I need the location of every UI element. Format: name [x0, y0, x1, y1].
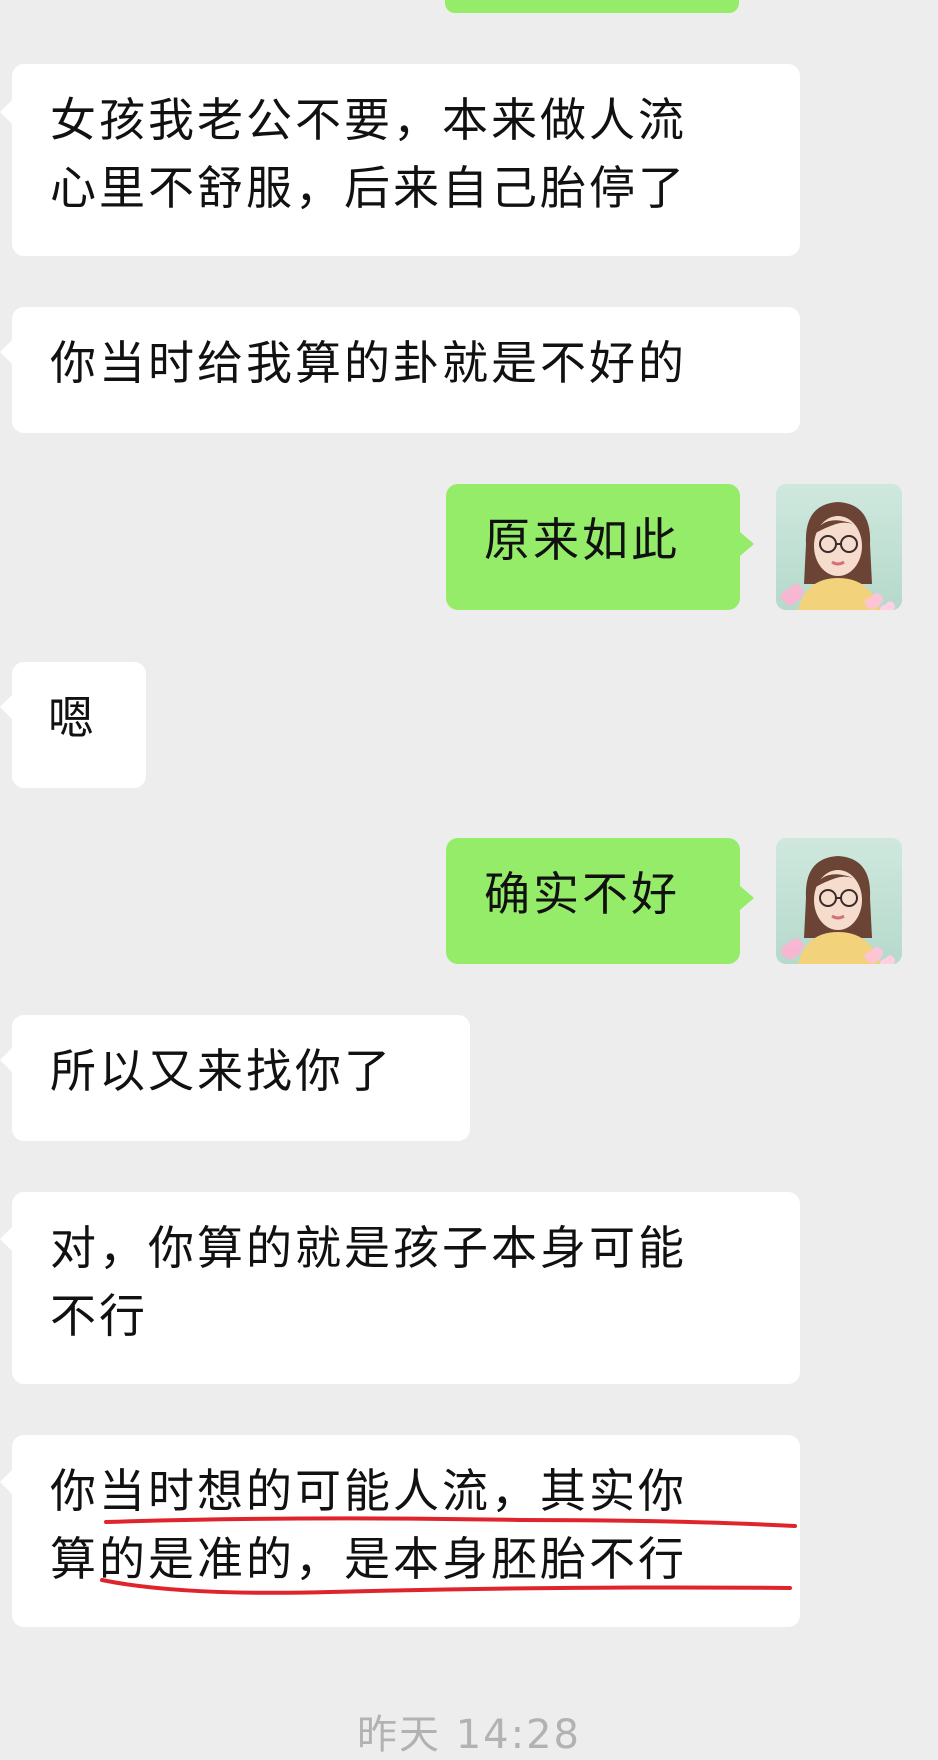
message-timestamp: 昨天 14:28 — [357, 1712, 581, 1758]
bubble-tail — [740, 532, 754, 556]
message-bubble[interactable]: 嗯 — [12, 662, 146, 788]
user-avatar-illustration-icon — [776, 838, 902, 964]
bubble-tail — [0, 1227, 12, 1251]
avatar[interactable] — [776, 838, 902, 964]
bubble-tail — [0, 695, 12, 719]
previous-outgoing-bubble-edge — [445, 0, 739, 13]
chat-conversation: 女孩我老公不要，本来做人流 心里不舒服，后来自己胎停了 你当时给我算的卦就是不好… — [0, 0, 938, 1758]
bubble-tail — [0, 100, 12, 124]
bubble-tail — [740, 886, 754, 910]
message-bubble[interactable]: 所以又来找你了 — [12, 1015, 470, 1141]
message-bubble[interactable]: 女孩我老公不要，本来做人流 心里不舒服，后来自己胎停了 — [12, 64, 800, 256]
message-bubble[interactable]: 你当时给我算的卦就是不好的 — [12, 307, 800, 433]
message-bubble[interactable]: 原来如此 — [446, 484, 740, 610]
message-bubble[interactable]: 确实不好 — [446, 838, 740, 964]
user-avatar-illustration-icon — [776, 484, 902, 610]
bubble-tail — [0, 1048, 12, 1072]
bubble-tail — [0, 340, 12, 364]
message-bubble[interactable]: 对，你算的就是孩子本身可能 不行 — [12, 1192, 800, 1384]
bubble-tail — [0, 1470, 12, 1494]
message-bubble[interactable]: 你当时想的可能人流，其实你 算的是准的，是本身胚胎不行 — [12, 1435, 800, 1627]
avatar[interactable] — [776, 484, 902, 610]
